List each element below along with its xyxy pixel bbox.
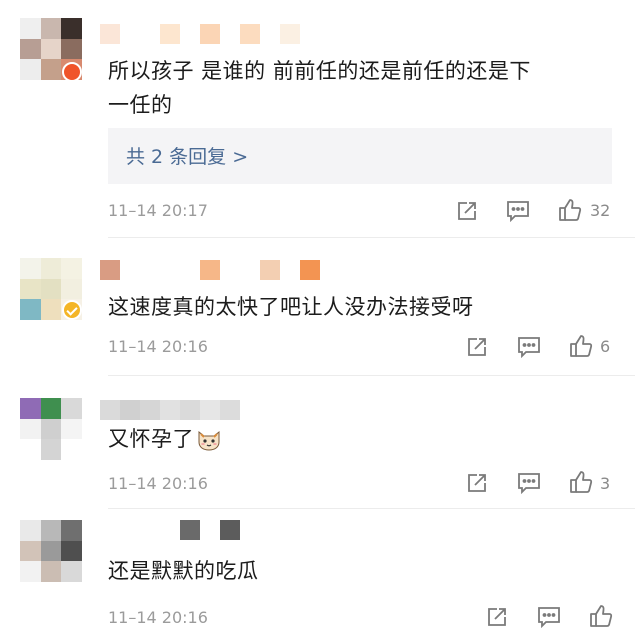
timestamp: 11–14 20:17 xyxy=(108,201,208,220)
comment-text: 这速度真的太快了吧让人没办法接受呀 xyxy=(108,295,474,319)
comment-text: 还是默默的吃瓜 xyxy=(108,559,259,583)
comment-text-line: 一任的 xyxy=(108,93,173,117)
like-icon xyxy=(570,335,593,357)
like-button[interactable] xyxy=(568,333,594,359)
share-button[interactable] xyxy=(464,334,490,360)
like-icon xyxy=(559,199,582,221)
comment-icon xyxy=(518,473,540,494)
comment-button[interactable] xyxy=(516,334,542,360)
comment-icon xyxy=(507,201,529,222)
like-button[interactable] xyxy=(568,469,594,495)
share-icon xyxy=(458,202,476,220)
comment-2: 这速度真的太快了吧让人没办法接受呀 11–14 20:16 6 xyxy=(0,240,635,370)
avatar[interactable] xyxy=(20,520,82,582)
divider xyxy=(108,375,635,376)
like-button[interactable] xyxy=(588,603,614,629)
view-replies-link[interactable]: 共 2 条回复 > xyxy=(126,142,248,169)
share-icon xyxy=(468,338,486,356)
like-count: 6 xyxy=(600,337,611,356)
cat-emoji-icon xyxy=(198,430,220,451)
share-icon xyxy=(488,608,506,626)
replies-box[interactable]: 共 2 条回复 > xyxy=(108,128,612,184)
comment-text-line: 所以孩子 是谁的 前前任的还是前任的还是下 xyxy=(108,59,531,83)
divider xyxy=(108,237,635,238)
timestamp: 11–14 20:16 xyxy=(108,608,208,627)
comment-button[interactable] xyxy=(516,470,542,496)
comment-text-content: 又怀孕了 xyxy=(108,427,194,451)
like-count: 3 xyxy=(600,474,611,493)
username-blurred[interactable] xyxy=(180,520,240,540)
like-count: 32 xyxy=(590,201,611,220)
user-badge-icon xyxy=(62,62,82,82)
username-blurred[interactable] xyxy=(100,260,320,280)
comment-4: 还是默默的吃瓜 11–14 20:16 xyxy=(0,510,635,640)
avatar[interactable] xyxy=(20,398,82,460)
share-button[interactable] xyxy=(464,470,490,496)
like-icon xyxy=(570,471,593,493)
like-button[interactable] xyxy=(557,197,583,223)
timestamp: 11–14 20:16 xyxy=(108,337,208,356)
like-icon xyxy=(590,605,613,627)
username-blurred[interactable] xyxy=(100,24,300,44)
comment-icon xyxy=(518,337,540,358)
verified-badge-icon xyxy=(62,300,82,320)
comment-3: 又怀孕了 11–14 20:16 3 xyxy=(0,378,635,508)
comment-text: 又怀孕了 xyxy=(108,422,222,456)
comment-1: 所以孩子 是谁的 前前任的还是前任的还是下 一任的 共 2 条回复 > 11–1… xyxy=(0,0,635,230)
comment-text: 所以孩子 是谁的 前前任的还是前任的还是下 一任的 xyxy=(108,54,531,122)
divider xyxy=(108,508,635,509)
comment-icon xyxy=(538,607,560,628)
username-blurred[interactable] xyxy=(100,400,240,420)
comment-button[interactable] xyxy=(536,604,562,630)
comment-button[interactable] xyxy=(505,198,531,224)
share-icon xyxy=(468,474,486,492)
share-button[interactable] xyxy=(484,604,510,630)
timestamp: 11–14 20:16 xyxy=(108,474,208,493)
share-button[interactable] xyxy=(454,198,480,224)
